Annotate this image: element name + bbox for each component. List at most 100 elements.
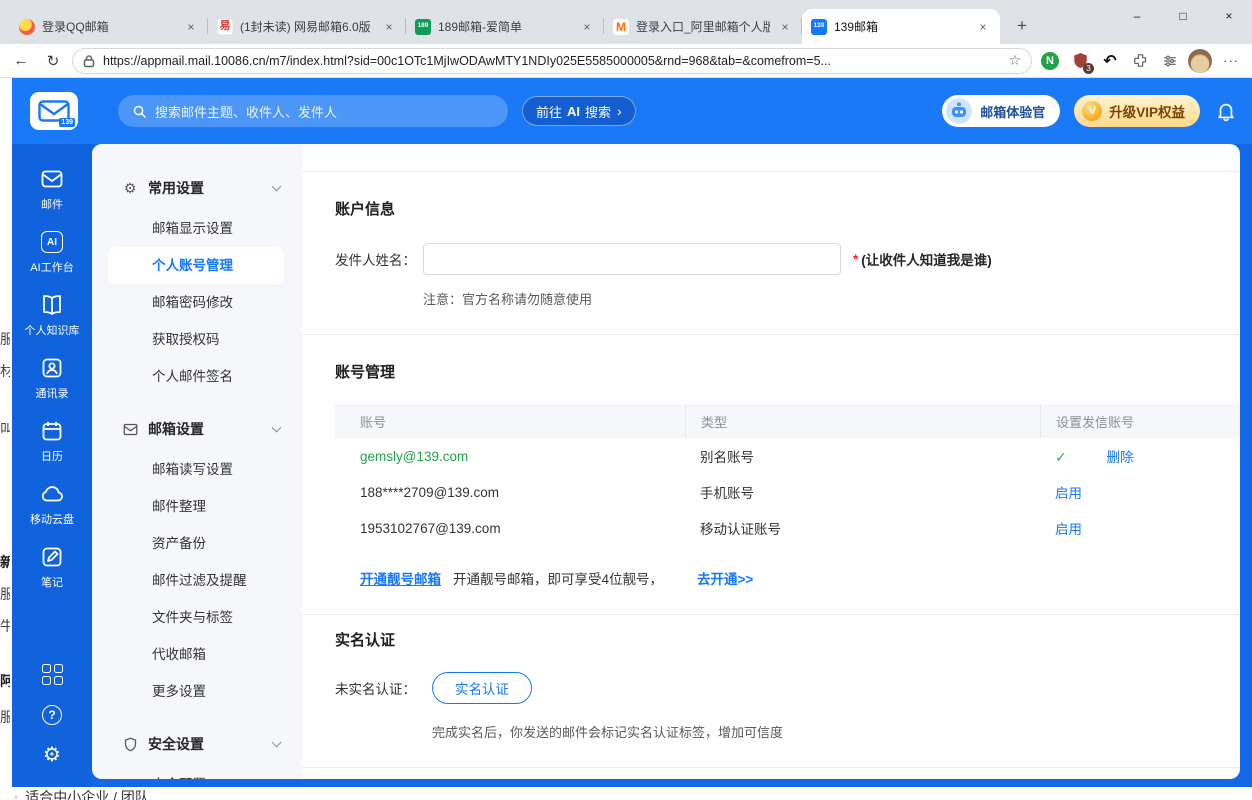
open-pretty-number-link[interactable]: 去开通>> (697, 568, 753, 588)
envelope-icon (122, 422, 138, 437)
tab-close-icon[interactable]: × (777, 19, 793, 35)
delete-link[interactable]: 删除 (1107, 450, 1134, 465)
account-management-section: 账号管理 账号 类型 设置发信账号 gemsly@139.com 别名账号 ✓ (302, 335, 1240, 614)
nav-item-proxy-mailbox[interactable]: 代收邮箱 (108, 636, 284, 673)
nav-item-more-settings[interactable]: 更多设置 (108, 673, 284, 710)
sidebar-item-contacts[interactable]: 通讯录 (12, 347, 92, 410)
nav-item-display-settings[interactable]: 邮箱显示设置 (108, 210, 284, 247)
sidebar-item-mail[interactable]: 邮件 (12, 158, 92, 221)
gear-icon: ⚙ (122, 180, 138, 197)
chevron-right-icon: › (617, 103, 622, 119)
nav-section-mailbox-settings[interactable]: 邮箱设置 (92, 407, 302, 451)
realname-title: 实名认证 (335, 629, 1240, 650)
bullet-icon: ◦ (14, 790, 18, 800)
sidebar-item-notes[interactable]: 笔记 (12, 536, 92, 599)
nav-item-mail-organize[interactable]: 邮件整理 (108, 488, 284, 525)
window-close-button[interactable]: × (1206, 0, 1252, 32)
new-tab-button[interactable]: + (1008, 12, 1036, 40)
settings-gear-icon[interactable]: ⚙ (12, 735, 92, 775)
enable-link[interactable]: 启用 (1055, 486, 1082, 501)
mail-experience-button[interactable]: 邮箱体验官 (942, 95, 1060, 127)
maximize-button[interactable]: □ (1160, 0, 1206, 32)
nav-section-security-settings[interactable]: 安全设置 (92, 722, 302, 766)
tab-close-icon[interactable]: × (183, 19, 199, 35)
nav-section-common-settings[interactable]: ⚙ 常用设置 (92, 166, 302, 210)
realname-verify-button[interactable]: 实名认证 (432, 672, 532, 704)
enable-link[interactable]: 启用 (1055, 522, 1082, 537)
nav-section-title: 常用设置 (148, 178, 263, 198)
tab-139-mail-active[interactable]: 139 139邮箱 × (802, 9, 1000, 44)
nav-item-asset-backup[interactable]: 资产备份 (108, 525, 284, 562)
undo-extension-icon[interactable]: ↶ (1098, 49, 1122, 73)
pretty-number-link[interactable]: 开通靓号邮箱 (360, 568, 441, 588)
nav-item-account-management[interactable]: 个人账号管理 (108, 247, 284, 284)
bookmark-star-icon[interactable]: ☆ (1008, 52, 1021, 69)
adblock-shield-icon[interactable]: 3 (1068, 49, 1092, 73)
sidebar-item-label: 移动云盘 (30, 511, 74, 527)
nav-item-password-change[interactable]: 邮箱密码修改 (108, 284, 284, 321)
tab-title: (1封未读) 网易邮箱6.0版 (240, 18, 374, 35)
139-mail-logo[interactable]: 139 (30, 92, 78, 130)
nav-item-filter-remind[interactable]: 邮件过滤及提醒 (108, 562, 284, 599)
table-row: 1953102767@139.com 移动认证账号 启用 (335, 510, 1240, 546)
account-info-title: 账户信息 (335, 198, 1240, 219)
extensions-puzzle-icon[interactable] (1128, 49, 1152, 73)
nav-item-mail-signature[interactable]: 个人邮件签名 (108, 358, 284, 395)
nav-item-security-config[interactable]: 安全配置 (108, 766, 284, 779)
sidebar-item-cloud-drive[interactable]: 移动云盘 (12, 473, 92, 536)
book-icon (39, 293, 65, 317)
mail-search-input[interactable]: 搜索邮件主题、收件人、发件人 (118, 95, 508, 127)
sidebar-item-label: 邮件 (41, 196, 63, 212)
realname-section: 实名认证 未实名认证： 实名认证 完成实名后，你发送的邮件会标记实名认证标签，增… (302, 615, 1240, 767)
tab-close-icon[interactable]: × (975, 19, 991, 35)
tune-icon[interactable] (1158, 49, 1182, 73)
url-input[interactable]: https://appmail.mail.10086.cn/m7/index.h… (72, 48, 1032, 74)
ai-search-prefix: 前往 (536, 102, 562, 121)
tab-title: 登录入口_阿里邮箱个人版 (636, 18, 770, 35)
clipped-text-fragment: 新 (0, 553, 10, 571)
chevron-down-icon (272, 737, 282, 747)
account-info-section: 账户信息 发件人姓名： * (让收件人知道我是谁) 注意：官方名称请勿随意使用 (302, 172, 1240, 334)
sender-name-input[interactable] (423, 243, 841, 275)
realname-note: 完成实名后，你发送的邮件会标记实名认证标签，增加可信度 (432, 722, 1240, 741)
table-row: gemsly@139.com 别名账号 ✓ 删除 (335, 438, 1240, 474)
sidebar-item-label: AI工作台 (30, 259, 73, 275)
grid-icon (42, 664, 63, 685)
tab-close-icon[interactable]: × (381, 19, 397, 35)
clipped-text-fragment: 牛 (0, 617, 10, 635)
nav-item-readwrite-settings[interactable]: 邮箱读写设置 (108, 451, 284, 488)
check-icon: ✓ (1055, 449, 1067, 465)
extension-n-icon[interactable]: N (1041, 52, 1059, 70)
tab-netease-mail[interactable]: 易 (1封未读) 网易邮箱6.0版 × (208, 9, 406, 44)
tab-ali-mail[interactable]: M 登录入口_阿里邮箱个人版 × (604, 9, 802, 44)
accounts-table-header: 账号 类型 设置发信账号 (335, 404, 1240, 438)
app-topbar: 139 搜索邮件主题、收件人、发件人 前往 AI 搜索 › 邮箱体验官 (12, 78, 1252, 144)
back-button[interactable]: ← (8, 48, 34, 74)
ai-search-button[interactable]: 前往 AI 搜索 › (522, 96, 636, 126)
profile-avatar[interactable] (1188, 49, 1212, 73)
tab-qq-mail[interactable]: 登录QQ邮箱 × (10, 9, 208, 44)
sidebar-item-calendar[interactable]: 日历 (12, 410, 92, 473)
settings-main: 账户信息 发件人姓名： * (让收件人知道我是谁) 注意：官方名称请勿随意使用 … (302, 144, 1240, 779)
section-divider (302, 767, 1240, 768)
clipped-bottom-label: 适合中小企业 / 团队 (25, 787, 149, 800)
minimize-button[interactable]: – (1114, 0, 1160, 32)
tab-title: 登录QQ邮箱 (42, 18, 176, 35)
help-icon[interactable]: ? (12, 695, 92, 735)
notification-bell-icon[interactable] (1214, 99, 1238, 123)
sidebar-item-knowledge-base[interactable]: 个人知识库 (12, 284, 92, 347)
nav-item-folders-tags[interactable]: 文件夹与标签 (108, 599, 284, 636)
apps-grid-icon[interactable] (12, 654, 92, 695)
account-management-title: 账号管理 (335, 361, 1240, 382)
sender-name-note: 注意：官方名称请勿随意使用 (423, 289, 1240, 308)
cloud-icon (39, 482, 65, 506)
tab-189-mail[interactable]: 189 189邮箱-爱简单 × (406, 9, 604, 44)
browser-menu-icon[interactable]: ··· (1218, 49, 1244, 73)
vip-upgrade-button[interactable]: V 升级VIP权益 (1074, 95, 1200, 127)
chevron-down-icon (272, 181, 282, 191)
logo-139-badge: 139 (59, 118, 75, 127)
tab-close-icon[interactable]: × (579, 19, 595, 35)
nav-item-auth-code[interactable]: 获取授权码 (108, 321, 284, 358)
sidebar-item-ai-workspace[interactable]: AI AI工作台 (12, 221, 92, 284)
refresh-button[interactable]: ↻ (40, 48, 66, 74)
